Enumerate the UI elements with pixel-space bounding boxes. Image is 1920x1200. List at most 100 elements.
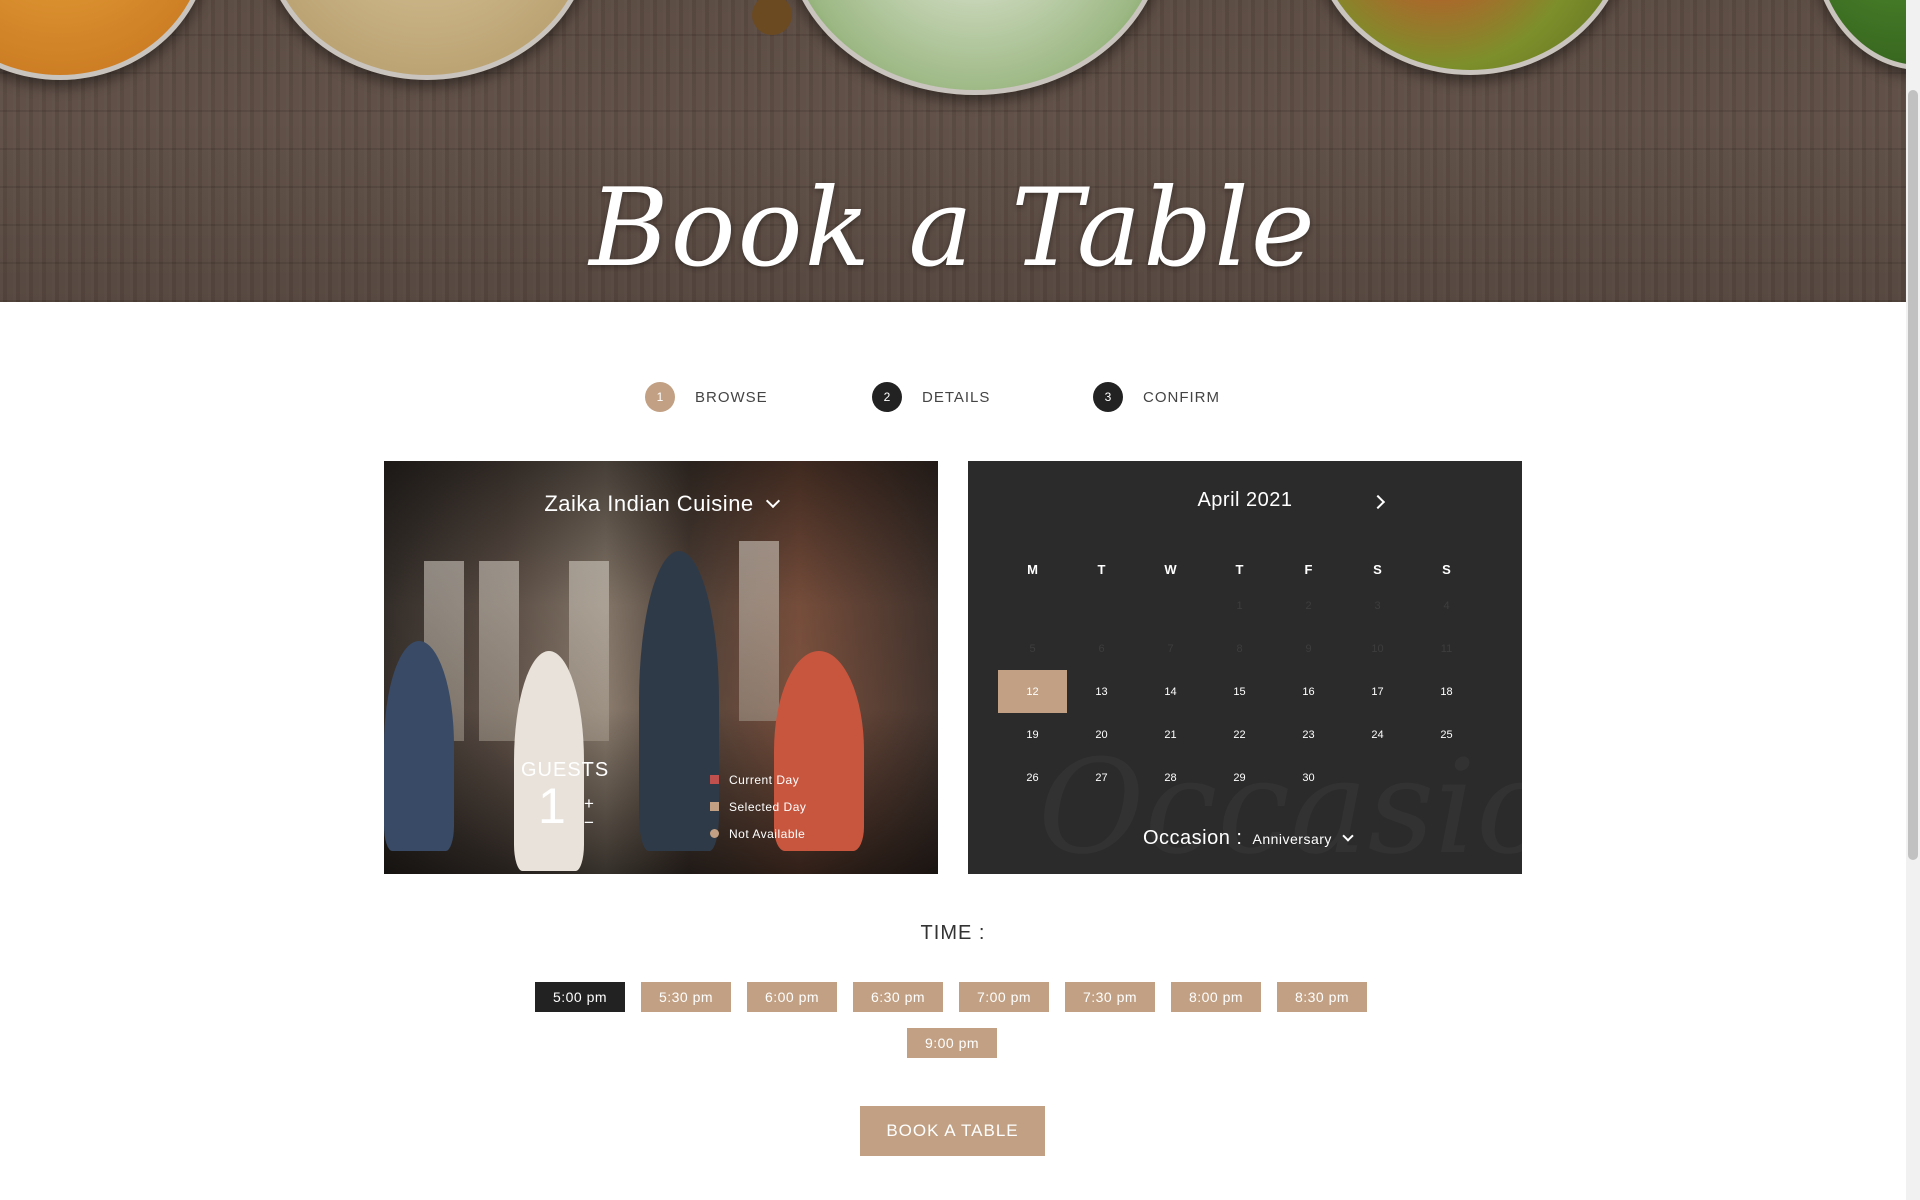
calendar-day[interactable]: 17 — [1343, 670, 1412, 713]
curry-bowl-image — [0, 0, 210, 80]
waiter-figure — [639, 551, 719, 851]
calendar-day-selected[interactable]: 12 — [998, 670, 1067, 713]
calendar-grid: M T W T F S S 1 2 3 4 5 6 7 8 9 10 11 12 13 14 15 16 17 18 19 20 21… — [998, 554, 1482, 799]
window-image — [739, 541, 779, 721]
selected-day-swatch — [710, 802, 719, 811]
legend-label: Not Available — [729, 826, 806, 841]
legend-label: Selected Day — [729, 799, 807, 814]
booking-steps: 1 BROWSE 2 DETAILS 3 CONFIRM — [0, 382, 1906, 414]
time-slot-button[interactable]: 8:00 pm — [1171, 982, 1261, 1012]
weekday-header: W — [1164, 561, 1177, 577]
calendar-day[interactable]: 18 — [1412, 670, 1481, 713]
weekday-header: T — [1097, 561, 1106, 577]
restaurant-dropdown[interactable]: Zaika Indian Cuisine — [384, 491, 938, 517]
diner-figure — [384, 641, 454, 851]
step-browse: 1 BROWSE — [645, 382, 768, 412]
time-slot-button[interactable]: 9:00 pm — [907, 1028, 997, 1058]
calendar-day[interactable]: 24 — [1343, 713, 1412, 756]
calendar-day[interactable]: 25 — [1412, 713, 1481, 756]
calendar-day-unavailable: 9 — [1305, 642, 1312, 655]
step-confirm: 3 CONFIRM — [1093, 382, 1220, 412]
calendar-day[interactable]: 28 — [1136, 756, 1205, 799]
guests-count: 1 — [538, 778, 566, 834]
calendar-day-unavailable: 1 — [1236, 599, 1243, 612]
occasion-selector[interactable]: Occasion : Anniversary — [1143, 827, 1354, 850]
legend-label: Current Day — [729, 772, 800, 787]
restaurant-panel: Zaika Indian Cuisine GUESTS 1 + − Curren… — [384, 461, 938, 874]
legend-not-available: Not Available — [710, 820, 806, 847]
calendar-day[interactable]: 26 — [998, 756, 1067, 799]
time-slot-button[interactable]: 6:30 pm — [853, 982, 943, 1012]
calendar-month: April 2021 — [1197, 489, 1293, 511]
calendar-day-unavailable: 5 — [1029, 642, 1036, 655]
calendar-day-unavailable: 4 — [1443, 599, 1450, 612]
step-label: CONFIRM — [1143, 388, 1220, 406]
time-slot-button[interactable]: 7:00 pm — [959, 982, 1049, 1012]
guests-decrement-button[interactable]: − — [584, 814, 594, 831]
chevron-down-icon — [765, 493, 780, 509]
step-details: 2 DETAILS — [872, 382, 990, 412]
weekday-header: T — [1235, 561, 1244, 577]
step-number: 2 — [872, 382, 902, 412]
calendar-day[interactable]: 14 — [1136, 670, 1205, 713]
weekday-header: F — [1304, 561, 1313, 577]
legend-current-day: Current Day — [710, 766, 806, 793]
calendar-day[interactable]: 29 — [1205, 756, 1274, 799]
occasion-value: Anniversary — [1252, 830, 1332, 847]
current-day-swatch — [710, 775, 719, 784]
calendar-day[interactable]: 22 — [1205, 713, 1274, 756]
calendar-day[interactable]: 20 — [1067, 713, 1136, 756]
calendar-day-unavailable: 8 — [1236, 642, 1243, 655]
calendar-day[interactable]: 30 — [1274, 756, 1343, 799]
step-label: BROWSE — [695, 388, 768, 406]
calendar-day[interactable]: 27 — [1067, 756, 1136, 799]
calendar-empty-cell — [1067, 584, 1136, 627]
page-title: Book a Table — [589, 166, 1317, 291]
step-number: 1 — [645, 382, 675, 412]
calendar-legend: Current Day Selected Day Not Available — [710, 766, 806, 847]
spoon-image — [752, 0, 792, 35]
window-image — [479, 561, 519, 741]
occasion-label: Occasion : — [1143, 827, 1243, 849]
time-slot-button[interactable]: 6:00 pm — [747, 982, 837, 1012]
time-slot-button[interactable]: 5:00 pm — [535, 982, 625, 1012]
page-scrollbar[interactable] — [1906, 0, 1920, 1200]
calendar-day[interactable]: 16 — [1274, 670, 1343, 713]
calendar-day-unavailable: 3 — [1374, 599, 1381, 612]
guests-increment-button[interactable]: + — [584, 795, 594, 812]
not-available-swatch — [710, 829, 719, 838]
calendar-panel: Occasion April 2021 MTWTFSS1234567891011… — [968, 461, 1522, 874]
book-table-button[interactable]: BOOK A TABLE — [860, 1106, 1045, 1156]
hero-banner: Book a Table — [0, 0, 1906, 302]
scrollbar-thumb[interactable] — [1908, 90, 1918, 860]
time-label: TIME : — [920, 922, 986, 944]
legend-selected-day: Selected Day — [710, 793, 806, 820]
calendar-day[interactable]: 19 — [998, 713, 1067, 756]
time-slot-button[interactable]: 8:30 pm — [1277, 982, 1367, 1012]
time-slot-button[interactable]: 5:30 pm — [641, 982, 731, 1012]
restaurant-name: Zaika Indian Cuisine — [544, 491, 754, 516]
weekday-header: S — [1373, 561, 1382, 577]
calendar-day[interactable]: 21 — [1136, 713, 1205, 756]
weekday-header: S — [1442, 561, 1451, 577]
calendar-empty-cell — [1136, 584, 1205, 627]
soup-bowl-image — [262, 0, 592, 80]
noodle-bowl-image — [785, 0, 1165, 95]
calendar-empty-cell — [1343, 756, 1412, 799]
greens-bowl-image — [1810, 0, 1906, 70]
calendar-day[interactable]: 13 — [1067, 670, 1136, 713]
step-number: 3 — [1093, 382, 1123, 412]
calendar-day-unavailable: 7 — [1167, 642, 1174, 655]
calendar-day[interactable]: 23 — [1274, 713, 1343, 756]
calendar-empty-cell — [1412, 756, 1481, 799]
chevron-down-icon — [1342, 829, 1354, 842]
calendar-day[interactable]: 15 — [1205, 670, 1274, 713]
calendar-day-unavailable: 2 — [1305, 599, 1312, 612]
calendar-day-unavailable: 11 — [1440, 642, 1453, 655]
step-label: DETAILS — [922, 388, 991, 406]
vegetable-bowl-image — [1310, 0, 1630, 75]
calendar-day-unavailable: 6 — [1098, 642, 1105, 655]
weekday-header: M — [1027, 561, 1038, 577]
calendar-day-unavailable: 10 — [1371, 642, 1384, 655]
time-slot-button[interactable]: 7:30 pm — [1065, 982, 1155, 1012]
